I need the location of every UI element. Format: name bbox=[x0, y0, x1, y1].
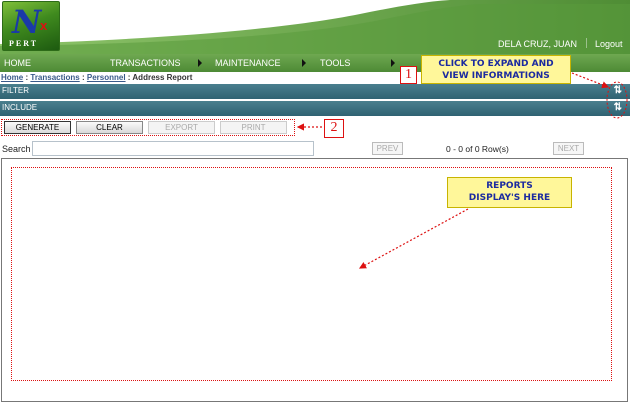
search-input[interactable] bbox=[32, 141, 314, 156]
search-label: Search bbox=[2, 144, 31, 154]
breadcrumb-separator: : bbox=[81, 73, 85, 82]
filter-section-label: FILTER bbox=[2, 86, 29, 95]
generate-button[interactable]: GENERATE bbox=[4, 121, 71, 134]
breadcrumb: Home : Transactions : Personnel : Addres… bbox=[1, 73, 192, 82]
breadcrumb-current: Address Report bbox=[132, 73, 193, 82]
clear-button[interactable]: CLEAR bbox=[76, 121, 143, 134]
app-header: N x PERT DELA CRUZ, JUAN Logout bbox=[0, 0, 630, 54]
nexpert-logo[interactable]: N x PERT bbox=[2, 1, 60, 51]
callout-reports-line2: DISPLAY'S HERE bbox=[468, 193, 551, 203]
nav-transactions[interactable]: TRANSACTIONS bbox=[110, 58, 181, 68]
nav-tools-arrow-icon bbox=[391, 59, 395, 67]
callout-expand-line2: VIEW INFORMATIONS bbox=[442, 71, 550, 81]
breadcrumb-home[interactable]: Home bbox=[1, 73, 23, 82]
callout-reports-display: REPORTS DISPLAY'S HERE bbox=[447, 177, 572, 208]
next-button[interactable]: NEXT bbox=[553, 142, 584, 155]
prev-button[interactable]: PREV bbox=[372, 142, 403, 155]
nav-tools[interactable]: TOOLS bbox=[320, 58, 350, 68]
sort-toggle-icon[interactable]: ⇅ bbox=[614, 102, 622, 113]
nav-maintenance[interactable]: MAINTENANCE bbox=[215, 58, 281, 68]
nav-home[interactable]: HOME bbox=[4, 58, 31, 68]
logo-letter: N bbox=[12, 3, 42, 41]
filter-section-bar[interactable]: FILTER ⇅ bbox=[0, 84, 630, 99]
breadcrumb-personnel[interactable]: Personnel bbox=[87, 73, 126, 82]
export-button[interactable]: EXPORT bbox=[148, 121, 215, 134]
callout-expand-info: CLICK TO EXPAND AND VIEW INFORMATIONS bbox=[421, 55, 571, 84]
breadcrumb-transactions[interactable]: Transactions bbox=[30, 73, 79, 82]
header-divider bbox=[586, 38, 587, 48]
callout-number-1: 1 bbox=[400, 66, 417, 84]
breadcrumb-separator: : bbox=[127, 73, 131, 82]
callout-reports-line1: REPORTS bbox=[486, 181, 533, 191]
callout-number-2: 2 bbox=[324, 119, 344, 138]
callout-expand-line1: CLICK TO EXPAND AND bbox=[438, 59, 554, 69]
breadcrumb-separator: : bbox=[25, 73, 29, 82]
logout-link[interactable]: Logout bbox=[595, 39, 623, 49]
include-section-bar[interactable]: INCLUDE ⇅ bbox=[0, 101, 630, 116]
logo-text: PERT bbox=[9, 39, 39, 48]
user-name: DELA CRUZ, JUAN bbox=[498, 39, 578, 49]
nav-maintenance-arrow-icon bbox=[302, 59, 306, 67]
print-button[interactable]: PRINT bbox=[220, 121, 287, 134]
include-section-label: INCLUDE bbox=[2, 103, 38, 112]
logo-superscript: x bbox=[40, 18, 48, 33]
row-count: 0 - 0 of 0 Row(s) bbox=[446, 144, 509, 154]
nav-transactions-arrow-icon bbox=[198, 59, 202, 67]
sort-toggle-icon[interactable]: ⇅ bbox=[614, 85, 622, 96]
